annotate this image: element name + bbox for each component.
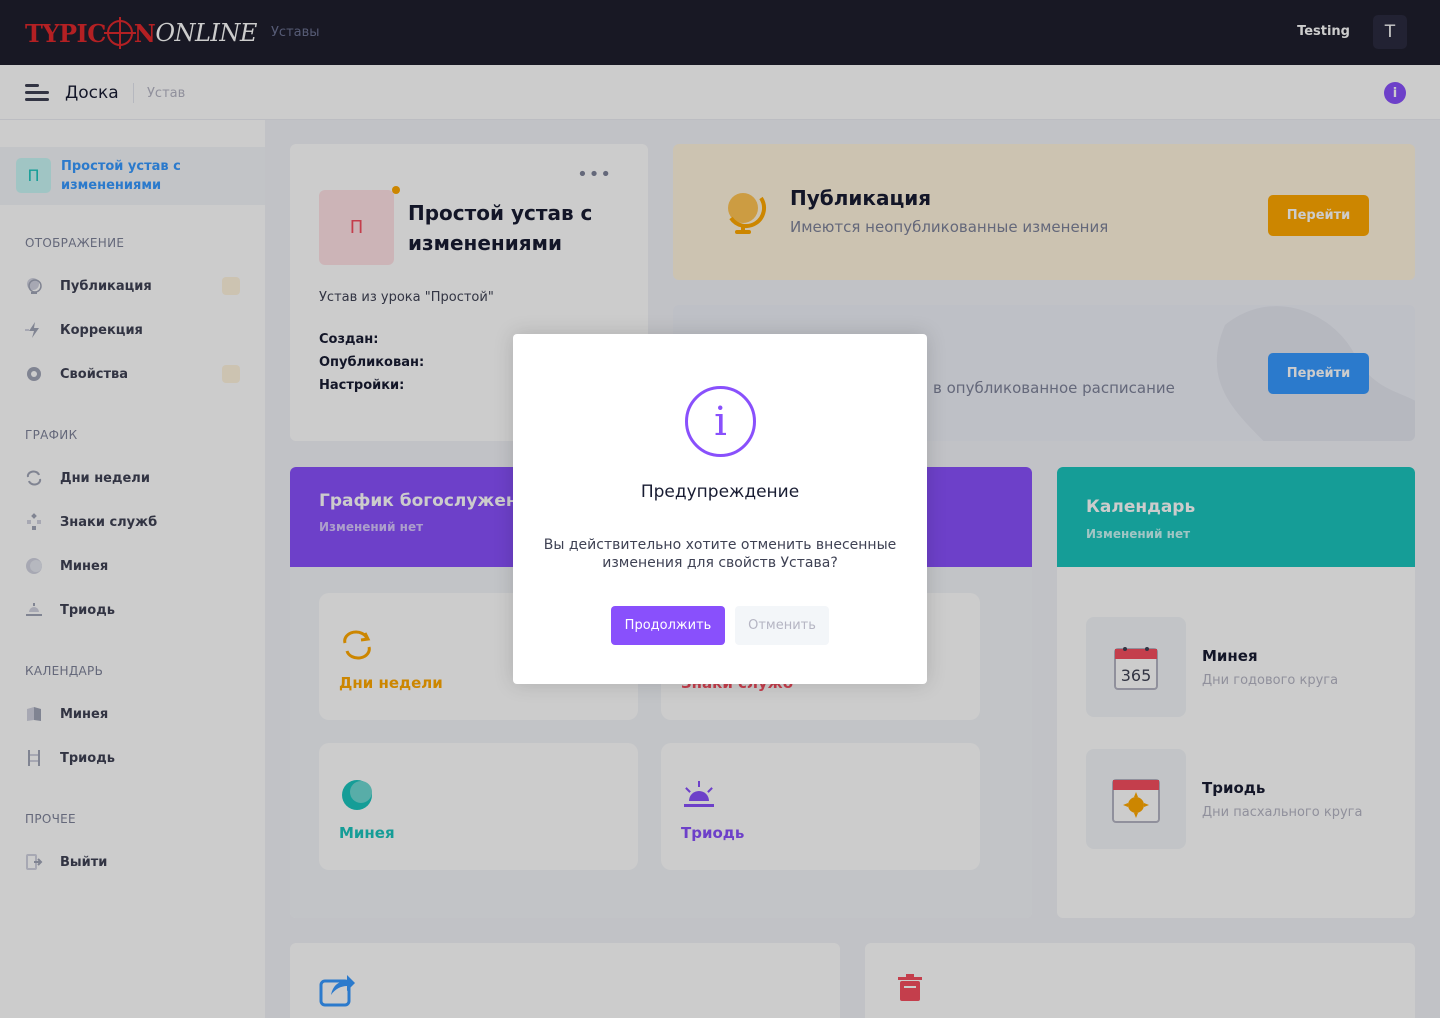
cancel-button[interactable]: Отменить (735, 606, 829, 645)
info-icon: i (685, 386, 756, 457)
continue-button[interactable]: Продолжить (611, 606, 725, 645)
warning-dialog: i Предупреждение Вы действительно хотите… (513, 334, 927, 684)
dialog-title: Предупреждение (640, 482, 800, 502)
dialog-message: Вы действительно хотите отменить внесенн… (543, 537, 897, 571)
